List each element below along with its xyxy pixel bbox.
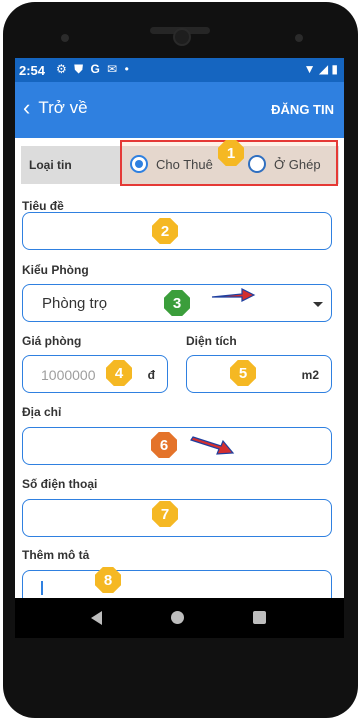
price-unit: đ xyxy=(147,368,155,382)
address-input[interactable] xyxy=(22,427,332,465)
status-time: 2:54 xyxy=(19,63,46,78)
screen: 2:54 ⚙ ⛊ G ✉ • ▼ ◢ ▮ ‹ Trở về ĐĂNG TIN L… xyxy=(15,58,344,598)
status-icons: ⚙ ⛊ G ✉ • xyxy=(56,62,131,77)
battery-icon: ▮ xyxy=(331,62,338,76)
title-label: Tiêu đề xyxy=(22,199,64,213)
area-unit: m2 xyxy=(301,368,319,382)
nav-back-icon[interactable] xyxy=(91,611,102,625)
description-label: Thêm mô tả xyxy=(22,548,90,562)
mail-icon: ✉ xyxy=(107,62,120,76)
post-button[interactable]: ĐĂNG TIN xyxy=(271,102,334,117)
status-bar: 2:54 ⚙ ⛊ G ✉ • ▼ ◢ ▮ xyxy=(15,58,344,82)
wifi-icon: ▼ xyxy=(303,62,316,76)
status-right-icons: ▼ ◢ ▮ xyxy=(304,62,338,76)
radio-for-rent-label: Cho Thuê xyxy=(156,156,213,172)
area-label: Diện tích xyxy=(186,334,237,348)
annotation-arrow-diagonal-icon xyxy=(190,436,235,455)
g-icon: G xyxy=(90,62,102,76)
nav-home-icon[interactable] xyxy=(171,611,184,624)
system-nav-bar xyxy=(15,598,344,638)
address-label: Địa chỉ xyxy=(22,405,62,419)
price-placeholder: 1000000 xyxy=(41,367,96,383)
dot-icon: • xyxy=(124,62,131,76)
listing-type-label: Loại tin xyxy=(29,158,72,172)
nav-recents-icon[interactable] xyxy=(253,611,266,624)
annotation-arrow-right-icon xyxy=(211,288,256,302)
radio-unchecked-icon xyxy=(248,155,266,173)
price-label: Giá phòng xyxy=(22,334,82,348)
text-cursor xyxy=(41,581,43,595)
sensor-left xyxy=(61,34,69,42)
radio-roommate[interactable]: Ở Ghép xyxy=(248,155,321,173)
signal-icon: ◢ xyxy=(318,62,329,76)
radio-checked-icon xyxy=(130,155,148,173)
room-type-label: Kiểu Phòng xyxy=(22,263,89,277)
phone-label: Số điện thoại xyxy=(22,477,98,491)
gear-icon: ⚙ xyxy=(56,62,69,76)
front-camera xyxy=(173,28,191,46)
description-textarea[interactable] xyxy=(22,570,332,598)
app-bar: ‹ Trở về ĐĂNG TIN xyxy=(15,82,344,138)
annotation-badge-8: 8 xyxy=(95,567,121,593)
chevron-left-icon: ‹ xyxy=(23,95,31,120)
room-type-value: Phòng trọ xyxy=(42,295,108,312)
back-label: Trở về xyxy=(38,98,88,117)
area-input[interactable]: m2 xyxy=(186,355,332,393)
sensor-right xyxy=(295,34,303,42)
back-button[interactable]: ‹ Trở về xyxy=(23,97,88,119)
price-input[interactable]: 1000000 đ xyxy=(22,355,168,393)
chevron-down-icon xyxy=(313,302,323,307)
radio-for-rent[interactable]: Cho Thuê xyxy=(130,155,213,173)
radio-roommate-label: Ở Ghép xyxy=(274,156,321,172)
shield-icon: ⛊ xyxy=(74,62,86,76)
